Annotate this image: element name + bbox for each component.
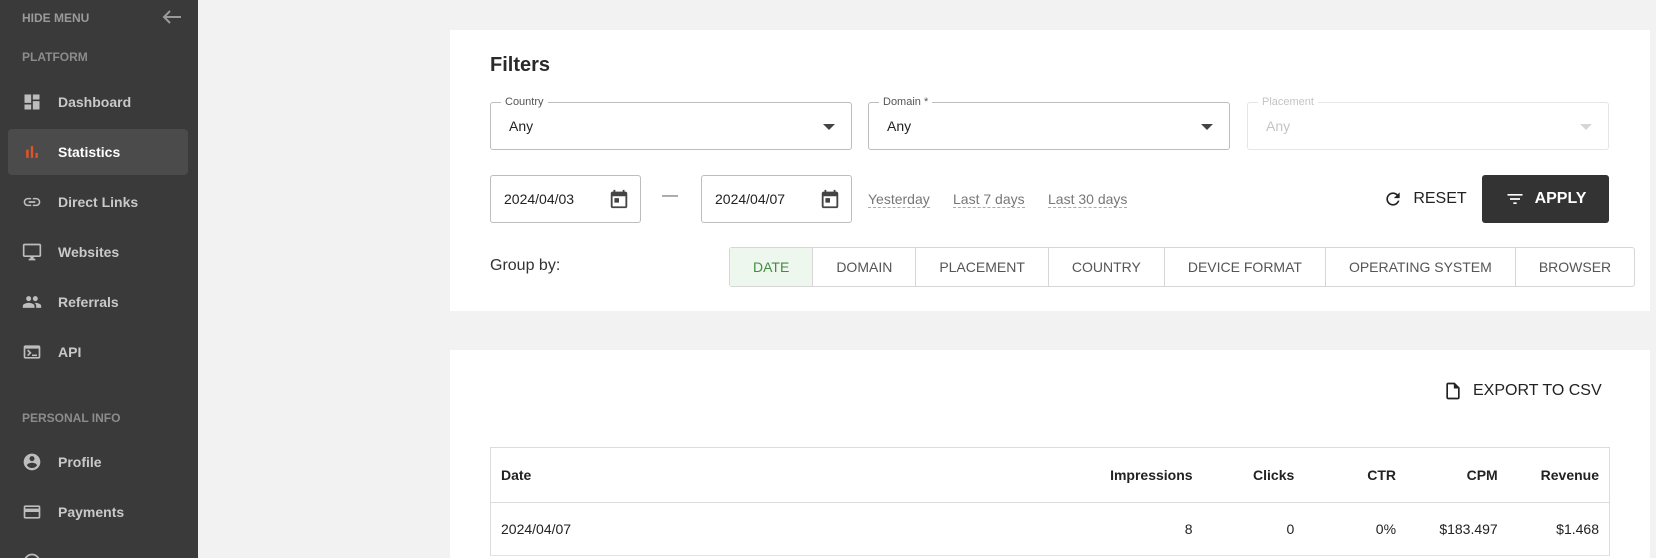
- sidebar-item-profile[interactable]: Profile: [8, 439, 188, 485]
- calendar-icon[interactable]: [819, 188, 841, 210]
- country-select[interactable]: Country Any: [490, 96, 852, 150]
- sidebar-item-label: Referrals: [58, 294, 119, 310]
- cell-impressions: 8: [1060, 502, 1203, 556]
- caret-down-icon: [1201, 124, 1213, 130]
- dashboard-icon: [22, 92, 42, 112]
- column-header-clicks[interactable]: Clicks: [1202, 447, 1305, 503]
- sidebar-item-websites[interactable]: Websites: [8, 229, 188, 275]
- group-by-placement[interactable]: PLACEMENT: [915, 248, 1048, 286]
- column-header-impressions[interactable]: Impressions: [1060, 447, 1203, 503]
- refresh-icon: [1386, 192, 1400, 206]
- link-icon: [22, 192, 42, 212]
- export-label: EXPORT TO CSV: [1473, 382, 1602, 399]
- date-from-field[interactable]: 2024/04/03: [490, 175, 641, 223]
- reset-button[interactable]: RESET: [1370, 175, 1480, 223]
- filter-icon: [1507, 194, 1523, 204]
- arrow-left-icon: [162, 9, 182, 28]
- date-to-value: 2024/04/07: [715, 191, 786, 207]
- domain-select[interactable]: Domain * Any: [868, 96, 1230, 150]
- caret-down-icon: [1580, 124, 1592, 130]
- quick-range-last-30-days[interactable]: Last 30 days: [1048, 191, 1128, 208]
- group-by-date[interactable]: DATE: [730, 248, 813, 286]
- sidebar-item-dashboard[interactable]: Dashboard: [8, 79, 188, 125]
- statistics-table: Date Impressions Clicks CTR CPM Revenue …: [490, 447, 1610, 556]
- account-circle-icon: [22, 452, 42, 472]
- country-label: Country: [501, 96, 548, 108]
- credit-card-icon: [22, 502, 42, 522]
- hide-menu-button[interactable]: HIDE MENU: [22, 9, 182, 28]
- sidebar-item-payments[interactable]: Payments: [8, 489, 188, 535]
- group-by-label: Group by:: [490, 257, 561, 274]
- hide-menu-label: HIDE MENU: [22, 11, 90, 25]
- cell-revenue: $1.468: [1507, 502, 1610, 556]
- sidebar-item-label: API: [58, 344, 82, 360]
- sidebar-item-label: Payments: [58, 504, 125, 520]
- placement-value: Any: [1266, 118, 1291, 134]
- bar-chart-icon: [22, 142, 42, 162]
- quick-range-last-7-days[interactable]: Last 7 days: [953, 191, 1025, 208]
- group-by-operating-system[interactable]: OPERATING SYSTEM: [1324, 248, 1515, 286]
- section-title-personal-info: PERSONAL INFO: [22, 411, 121, 425]
- apply-label: APPLY: [1534, 190, 1587, 207]
- apply-button[interactable]: APPLY: [1482, 175, 1609, 223]
- table-row: 2024/04/07 8 0 0% $183.497 $1.468: [490, 502, 1610, 556]
- results-card: EXPORT TO CSV Date Impressions Clicks CT…: [450, 350, 1650, 558]
- reset-label: RESET: [1413, 190, 1467, 207]
- date-separator: —: [662, 187, 678, 204]
- domain-value: Any: [887, 118, 912, 134]
- column-header-cpm[interactable]: CPM: [1406, 447, 1508, 503]
- sidebar-item-label: Profile: [58, 454, 102, 470]
- domain-label: Domain *: [879, 96, 933, 108]
- sidebar-item-label: Statistics: [58, 144, 121, 160]
- filters-title: Filters: [490, 54, 551, 76]
- cell-date: 2024/04/07: [490, 502, 1061, 556]
- group-by-device-format[interactable]: DEVICE FORMAT: [1163, 248, 1325, 286]
- section-title-platform: PLATFORM: [22, 50, 88, 64]
- group-by-tabs: DATE DOMAIN PLACEMENT COUNTRY DEVICE FOR…: [729, 247, 1636, 287]
- file-icon: [1446, 382, 1460, 400]
- column-header-revenue[interactable]: Revenue: [1507, 447, 1610, 503]
- sidebar-item-label: Direct Links: [58, 194, 139, 210]
- clock-icon: [22, 552, 42, 558]
- sidebar-item-referrals[interactable]: Referrals: [8, 279, 188, 325]
- caret-down-icon: [823, 124, 835, 130]
- column-header-ctr[interactable]: CTR: [1304, 447, 1407, 503]
- monitor-icon: [22, 242, 42, 262]
- group-by-country[interactable]: COUNTRY: [1047, 248, 1164, 286]
- quick-range-yesterday[interactable]: Yesterday: [868, 191, 930, 208]
- group-by-browser[interactable]: BROWSER: [1514, 248, 1634, 286]
- sidebar-item-api[interactable]: API: [8, 329, 188, 375]
- placement-select[interactable]: Placement Any: [1247, 96, 1609, 150]
- group-by-domain[interactable]: DOMAIN: [812, 248, 915, 286]
- sidebar-item-label: Dashboard: [58, 94, 132, 110]
- placement-label: Placement: [1258, 96, 1318, 108]
- country-value: Any: [509, 118, 534, 134]
- sidebar-item-statistics[interactable]: Statistics: [8, 129, 188, 175]
- calendar-icon[interactable]: [608, 188, 630, 210]
- sidebar: HIDE MENU PLATFORM Dashboard Statistics …: [0, 0, 198, 558]
- export-csv-button[interactable]: EXPORT TO CSV: [1443, 376, 1602, 406]
- cell-clicks: 0: [1202, 502, 1305, 556]
- sidebar-item-partial[interactable]: [8, 539, 188, 558]
- column-header-date[interactable]: Date: [490, 447, 1061, 503]
- sidebar-item-label: Websites: [58, 244, 120, 260]
- cell-ctr: 0%: [1304, 502, 1407, 556]
- sidebar-item-direct-links[interactable]: Direct Links: [8, 179, 188, 225]
- date-to-field[interactable]: 2024/04/07: [701, 175, 852, 223]
- filters-card: Filters Country Any Domain * Any Placeme…: [450, 30, 1650, 311]
- terminal-icon: [22, 342, 42, 362]
- cell-cpm: $183.497: [1406, 502, 1508, 556]
- date-from-value: 2024/04/03: [504, 191, 575, 207]
- table-header-row: Date Impressions Clicks CTR CPM Revenue: [490, 447, 1610, 503]
- people-icon: [22, 292, 42, 312]
